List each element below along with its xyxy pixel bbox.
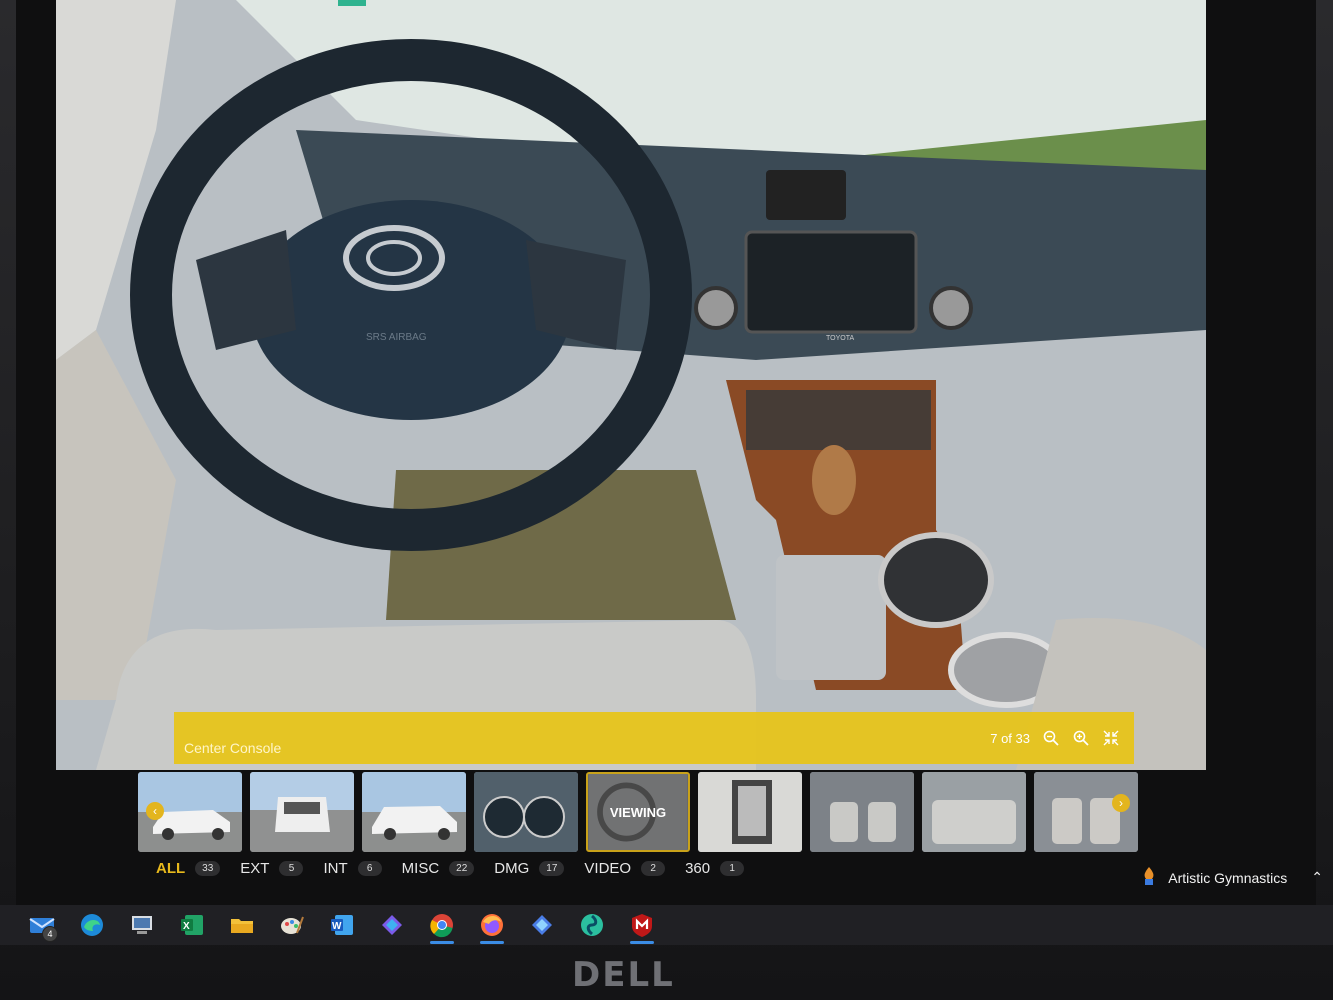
thumbnail-interior-rear-seats[interactable] — [922, 772, 1026, 852]
screen: TOYOTA SRS AIRBAG Center Console 7 of 33… — [16, 0, 1316, 905]
copilot-icon[interactable] — [374, 908, 410, 942]
excel-icon[interactable]: X — [174, 908, 210, 942]
mail-icon[interactable]: 4 — [24, 908, 60, 942]
zoom-in-icon[interactable] — [1072, 729, 1090, 747]
filter-video-label: VIDEO — [584, 860, 632, 877]
firefox-icon[interactable] — [474, 908, 510, 944]
photo-caption: Center Console — [184, 740, 282, 756]
zoom-out-icon[interactable] — [1042, 729, 1060, 747]
thumbnail-exterior-side-2[interactable] — [362, 772, 466, 852]
viewing-label: VIEWING — [588, 774, 688, 850]
copilot-alt-icon[interactable] — [524, 908, 560, 942]
filter-misc[interactable]: MISC 22 — [402, 860, 475, 877]
interior-photo: TOYOTA SRS AIRBAG — [56, 0, 1206, 770]
filter-360-label: 360 — [685, 860, 711, 877]
photo-filter-tabs: ALL 33 EXT 5 INT 6 MISC 22 DMG 17 VIDEO … — [156, 860, 745, 877]
mail-badge: 4 — [42, 926, 58, 942]
thumbnail-current[interactable]: VIEWING — [586, 772, 690, 852]
dash-brand-text: TOYOTA — [826, 335, 854, 342]
taskbar: 4 X W — [0, 905, 1333, 945]
filter-ext-label: EXT — [240, 860, 270, 877]
filter-video[interactable]: VIDEO 2 — [584, 860, 666, 877]
filter-int-count: 6 — [357, 861, 382, 876]
filter-dmg-count: 17 — [539, 861, 565, 876]
thumbnail-interior-fusebox[interactable] — [698, 772, 802, 852]
filter-int[interactable]: INT 6 — [323, 860, 382, 877]
thumbnail-strip: ‹ VIEWING › — [138, 772, 1138, 860]
filter-ext[interactable]: EXT 5 — [240, 860, 304, 877]
mcafee-icon[interactable] — [624, 908, 660, 944]
photo-viewer[interactable]: TOYOTA SRS AIRBAG Center Console 7 of 33 — [56, 0, 1206, 770]
svg-text:W: W — [332, 921, 342, 932]
edge-icon[interactable] — [74, 908, 110, 942]
filter-video-count: 2 — [641, 861, 666, 876]
filter-dmg[interactable]: DMG 17 — [494, 860, 565, 877]
thumbnail-interior-seats[interactable] — [810, 772, 914, 852]
thumbnail-exterior-side[interactable]: ‹ — [138, 772, 242, 852]
thumbnail-exterior-rear[interactable] — [250, 772, 354, 852]
filter-ext-count: 5 — [279, 861, 304, 876]
fan-icon[interactable] — [574, 908, 610, 942]
paint-icon[interactable] — [274, 908, 310, 942]
monitor-brand: DELL — [572, 955, 675, 995]
system-tray: Artistic Gymnastics ⌃ — [1140, 866, 1323, 889]
filter-int-label: INT — [323, 860, 348, 877]
word-icon[interactable]: W — [324, 908, 360, 942]
filter-all-label: ALL — [156, 860, 186, 877]
filter-all[interactable]: ALL 33 — [156, 860, 221, 877]
filter-misc-count: 22 — [449, 861, 475, 876]
filter-360-count: 1 — [720, 861, 745, 876]
filter-misc-label: MISC — [401, 860, 440, 877]
collapse-icon[interactable] — [1102, 729, 1120, 747]
caption-bar: Center Console 7 of 33 — [174, 712, 1134, 764]
thumbnail-interior-seats-2[interactable]: › — [1034, 772, 1138, 852]
tray-news-text[interactable]: Artistic Gymnastics — [1168, 870, 1287, 886]
airbag-text: SRS AIRBAG — [366, 332, 427, 343]
file-server-icon[interactable] — [124, 908, 160, 942]
thumbnail-gauge-cluster[interactable] — [474, 772, 578, 852]
news-widget-icon[interactable] — [1140, 866, 1158, 889]
chrome-icon[interactable] — [424, 908, 460, 944]
prev-arrow-icon[interactable]: ‹ — [146, 802, 164, 820]
photo-counter: 7 of 33 — [990, 730, 1030, 746]
filter-dmg-label: DMG — [494, 860, 530, 877]
next-arrow-icon[interactable]: › — [1112, 794, 1130, 812]
svg-text:X: X — [183, 921, 190, 932]
file-explorer-icon[interactable] — [224, 908, 260, 942]
filter-360[interactable]: 360 1 — [685, 860, 745, 877]
chevron-up-icon[interactable]: ⌃ — [1311, 869, 1323, 886]
filter-all-count: 33 — [195, 861, 221, 876]
